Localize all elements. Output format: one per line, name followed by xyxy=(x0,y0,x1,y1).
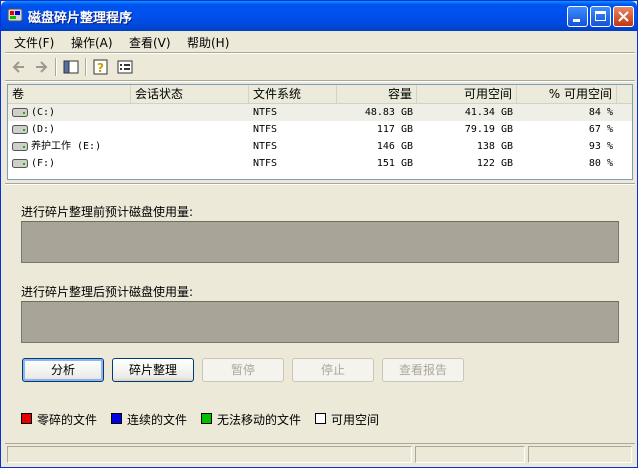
free-space: 41.34 GB xyxy=(464,107,513,118)
legend-label: 连续的文件 xyxy=(127,413,188,427)
help-icon[interactable]: ? xyxy=(91,57,111,77)
status-bar xyxy=(5,443,635,466)
menu-view[interactable]: 查看(V) xyxy=(129,34,171,51)
capacity: 117 GB xyxy=(376,124,413,135)
toolbar-bottom-separator xyxy=(5,80,635,82)
capacity: 151 GB xyxy=(376,158,413,169)
column-header-volume[interactable]: 卷 xyxy=(8,85,131,103)
volume-name: (C:) xyxy=(31,107,56,118)
table-row[interactable]: (C:) NTFS 48.83 GB 41.34 GB 84 % xyxy=(8,104,632,121)
menu-bar: 文件(F) 操作(A) 查看(V) 帮助(H) xyxy=(5,32,635,52)
legend-label: 零碎的文件 xyxy=(37,413,98,427)
legend-contiguous: 连续的文件 xyxy=(111,411,187,428)
close-icon xyxy=(618,11,629,22)
volume-list[interactable]: 卷 会话状态 文件系统 容量 可用空间 % 可用空间 (C:) NTFS 48.… xyxy=(7,84,633,180)
before-usage-label: 进行碎片整理前预计磁盘使用量: xyxy=(21,205,194,219)
analyze-button[interactable]: 分析 xyxy=(22,358,104,382)
before-usage-bar xyxy=(21,221,619,263)
list-header: 卷 会话状态 文件系统 容量 可用空间 % 可用空间 xyxy=(8,85,632,104)
defrag-window: 磁盘碎片整理程序 文件(F) 操作(A) 查看(V) 帮助(H) ? 卷 会话状… xyxy=(0,0,638,468)
pause-button[interactable]: 暂停 xyxy=(202,358,284,382)
percent-free: 67 % xyxy=(588,124,613,135)
volume-name: (F:) xyxy=(31,158,56,169)
minimize-button[interactable] xyxy=(567,6,588,27)
column-header-percent-free[interactable]: % 可用空间 xyxy=(517,85,617,103)
file-system: NTFS xyxy=(253,158,278,169)
capacity: 48.83 GB xyxy=(364,107,413,118)
toolbar-separator xyxy=(85,58,87,76)
file-system: NTFS xyxy=(253,141,278,152)
legend-fragmented: 零碎的文件 xyxy=(21,411,97,428)
free-space: 79.19 GB xyxy=(464,124,513,135)
forward-icon[interactable] xyxy=(31,57,51,77)
back-icon[interactable] xyxy=(9,57,29,77)
hard-drive-icon xyxy=(12,142,28,151)
hard-drive-icon xyxy=(12,125,28,134)
hard-drive-icon xyxy=(12,108,28,117)
table-row[interactable]: (D:) NTFS 117 GB 79.19 GB 67 % xyxy=(8,121,632,138)
legend-unmovable: 无法移动的文件 xyxy=(201,411,301,428)
after-usage-label: 进行碎片整理后预计磁盘使用量: xyxy=(21,285,194,299)
defragment-button[interactable]: 碎片整理 xyxy=(112,358,194,382)
legend-label: 无法移动的文件 xyxy=(217,413,302,427)
hard-drive-icon xyxy=(12,159,28,168)
percent-free: 80 % xyxy=(588,158,613,169)
minimize-icon xyxy=(573,19,580,22)
free-space: 122 GB xyxy=(476,158,513,169)
free-space: 138 GB xyxy=(476,141,513,152)
splitter[interactable] xyxy=(5,183,635,185)
file-system: NTFS xyxy=(253,107,278,118)
close-button[interactable] xyxy=(613,6,634,27)
maximize-button[interactable] xyxy=(590,6,611,27)
table-row[interactable]: (F:) NTFS 151 GB 122 GB 80 % xyxy=(8,155,632,172)
volume-name: (D:) xyxy=(31,124,56,135)
percent-free: 93 % xyxy=(588,141,613,152)
defrag-app-icon xyxy=(7,8,23,22)
title-bar[interactable]: 磁盘碎片整理程序 xyxy=(1,1,637,31)
status-pane-main xyxy=(7,446,412,463)
column-header-session-status[interactable]: 会话状态 xyxy=(131,85,249,103)
show-hide-console-tree-icon[interactable] xyxy=(61,57,81,77)
after-usage-bar xyxy=(21,301,619,343)
legend-swatch-blue xyxy=(111,413,122,424)
legend-swatch-red xyxy=(21,413,32,424)
status-pane xyxy=(415,446,525,463)
column-header-free-space[interactable]: 可用空间 xyxy=(417,85,517,103)
toolbar: ? xyxy=(5,54,635,80)
legend-swatch-green xyxy=(201,413,212,424)
table-row[interactable]: 养护工作 (E:) NTFS 146 GB 138 GB 93 % xyxy=(8,138,632,155)
file-system: NTFS xyxy=(253,124,278,135)
column-header-capacity[interactable]: 容量 xyxy=(337,85,417,103)
toolbar-separator xyxy=(55,58,57,76)
maximize-icon xyxy=(595,11,606,21)
menu-help[interactable]: 帮助(H) xyxy=(187,34,229,51)
menu-file[interactable]: 文件(F) xyxy=(14,34,54,51)
view-report-button[interactable]: 查看报告 xyxy=(382,358,464,382)
legend-label: 可用空间 xyxy=(331,413,380,427)
menu-action[interactable]: 操作(A) xyxy=(71,34,113,51)
column-header-file-system[interactable]: 文件系统 xyxy=(249,85,337,103)
percent-free: 84 % xyxy=(588,107,613,118)
status-pane xyxy=(528,446,632,463)
legend-free-space: 可用空间 xyxy=(315,411,379,428)
stop-button[interactable]: 停止 xyxy=(292,358,374,382)
legend-swatch-white xyxy=(315,413,326,424)
svg-text:?: ? xyxy=(97,61,104,75)
properties-icon[interactable] xyxy=(115,57,135,77)
window-title: 磁盘碎片整理程序 xyxy=(28,11,133,26)
capacity: 146 GB xyxy=(376,141,413,152)
volume-name: 养护工作 (E:) xyxy=(31,141,102,152)
